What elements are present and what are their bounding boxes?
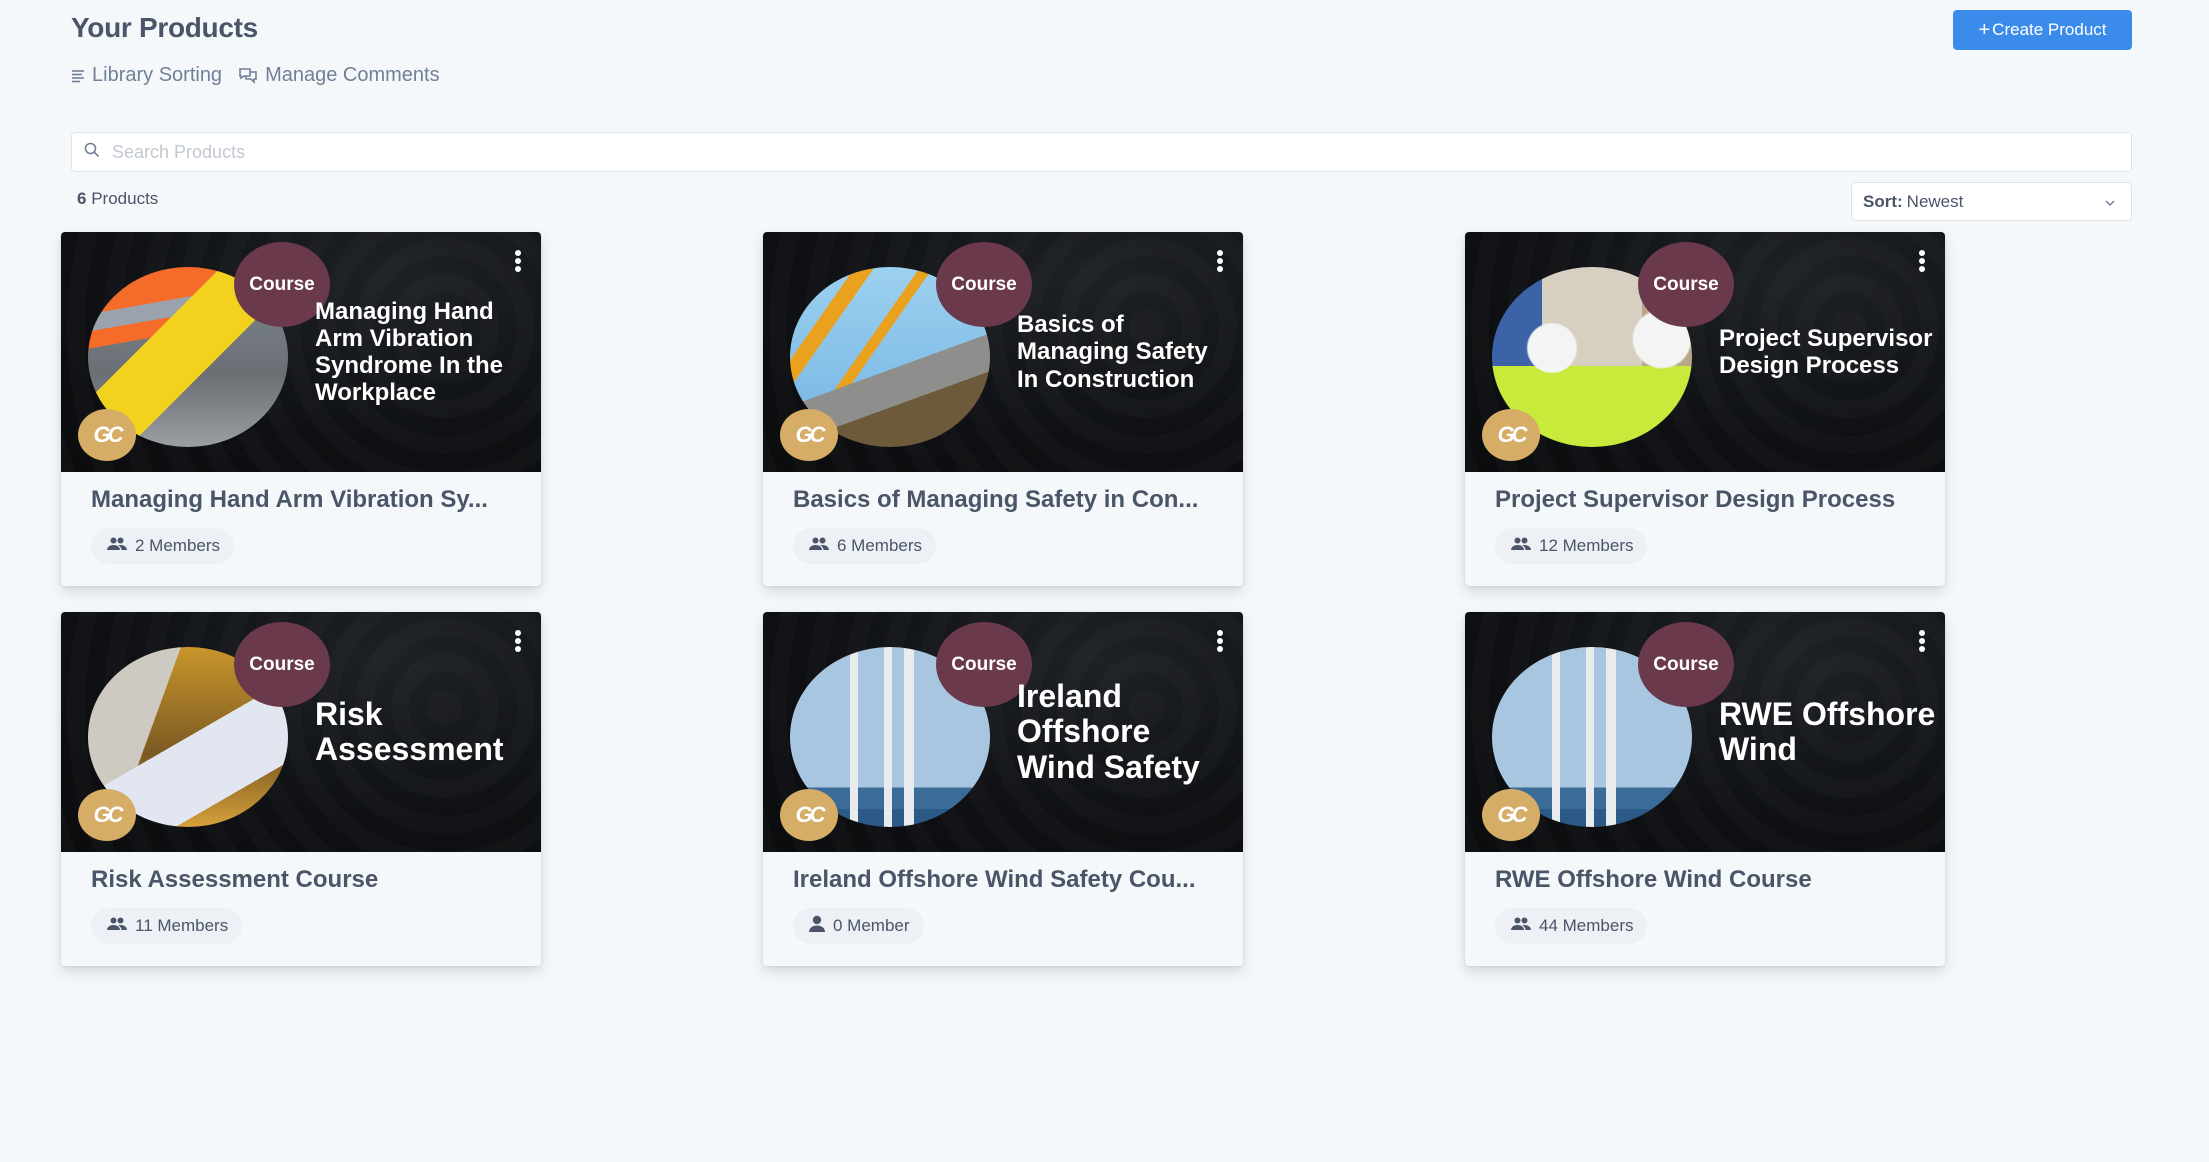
thumbnail-title: Project Supervisor Design Process [1719, 324, 1933, 379]
members-badge: 0 Member [793, 908, 924, 944]
product-title[interactable]: Project Supervisor Design Process [1495, 486, 1915, 514]
more-options-icon[interactable] [513, 630, 523, 654]
gc-logo-icon: GC [780, 409, 838, 461]
sort-label: Sort: [1863, 191, 1903, 211]
members-count: 12 Members [1539, 536, 1634, 555]
product-thumbnail: Course GC RWE Offshore Wind [1465, 612, 1945, 852]
product-thumbnail: Course GC Managing Hand Arm Vibration Sy… [61, 232, 541, 472]
product-card[interactable]: Course GC Managing Hand Arm Vibration Sy… [61, 232, 541, 586]
library-sorting-link[interactable]: Library Sorting [71, 64, 222, 87]
list-icon [71, 69, 85, 83]
product-thumbnail: Course GC Risk Assessment [61, 612, 541, 852]
users-icon [1511, 536, 1531, 556]
search-bar [71, 132, 2132, 172]
members-badge: 44 Members [1495, 908, 1648, 944]
user-icon [809, 915, 825, 938]
members-badge: 12 Members [1495, 528, 1648, 564]
gc-logo-icon: GC [780, 789, 838, 841]
product-thumbnail: Course GC Basics of Managing Safety In C… [763, 232, 1243, 472]
users-icon [107, 536, 127, 556]
product-card[interactable]: Course GC Project Supervisor Design Proc… [1465, 232, 1945, 586]
sort-value: Newest [1906, 191, 1964, 211]
chevron-down-icon [2103, 195, 2117, 215]
thumbnail-title: Ireland Offshore Wind Safety [1017, 678, 1200, 785]
users-icon [1511, 916, 1531, 936]
manage-comments-link[interactable]: Manage Comments [238, 64, 440, 87]
sort-select[interactable]: Sort: Newest [1851, 182, 2132, 221]
more-options-icon[interactable] [1215, 250, 1225, 274]
product-card[interactable]: Course GC RWE Offshore Wind RWE Offshore… [1465, 612, 1945, 966]
users-icon [809, 536, 829, 556]
product-title[interactable]: Managing Hand Arm Vibration Sy... [91, 486, 511, 514]
library-sorting-label: Library Sorting [92, 64, 223, 86]
create-product-button[interactable]: + Create Product [1953, 10, 2132, 50]
members-count: 11 Members [135, 916, 229, 935]
product-thumbnail: Course GC Ireland Offshore Wind Safety [763, 612, 1243, 852]
thumbnail-title: Managing Hand Arm Vibration Syndrome In … [315, 297, 504, 407]
search-icon [84, 142, 100, 163]
gc-logo-icon: GC [1482, 409, 1540, 461]
product-title[interactable]: Ireland Offshore Wind Safety Cou... [793, 866, 1213, 894]
thumbnail-title: RWE Offshore Wind [1719, 695, 1936, 767]
members-count: 6 Members [837, 536, 923, 555]
more-options-icon[interactable] [1917, 250, 1927, 274]
product-title[interactable]: Basics of Managing Safety in Con... [793, 486, 1213, 514]
more-options-icon[interactable] [513, 250, 523, 274]
product-card[interactable]: Course GC Basics of Managing Safety In C… [763, 232, 1243, 586]
product-card[interactable]: Course GC Ireland Offshore Wind Safety I… [763, 612, 1243, 966]
product-thumbnail: Course GC Project Supervisor Design Proc… [1465, 232, 1945, 472]
page-title: Your Products [71, 12, 258, 43]
members-badge: 2 Members [91, 528, 235, 564]
product-count: 6 Products [77, 189, 158, 209]
members-count: 44 Members [1539, 916, 1634, 935]
gc-logo-icon: GC [78, 409, 136, 461]
create-product-label: Create Product [1992, 20, 2107, 39]
thumbnail-title: Risk Assessment [315, 695, 504, 767]
members-count: 2 Members [135, 536, 221, 555]
members-badge: 6 Members [793, 528, 937, 564]
product-title[interactable]: RWE Offshore Wind Course [1495, 866, 1915, 894]
product-title[interactable]: Risk Assessment Course [91, 866, 511, 894]
search-input[interactable] [112, 141, 2012, 163]
toolbar-links: Library Sorting Manage Comments [71, 64, 440, 87]
gc-logo-icon: GC [78, 789, 136, 841]
users-icon [107, 916, 127, 936]
thumbnail-title: Basics of Managing Safety In Constructio… [1017, 311, 1208, 393]
members-badge: 11 Members [91, 908, 243, 944]
plus-icon: + [1978, 19, 1991, 41]
members-count: 0 Member [833, 916, 910, 935]
product-count-number: 6 [77, 189, 87, 208]
product-count-label: Products [91, 189, 159, 208]
more-options-icon[interactable] [1215, 630, 1225, 654]
gc-logo-icon: GC [1482, 789, 1540, 841]
manage-comments-label: Manage Comments [265, 64, 440, 86]
more-options-icon[interactable] [1917, 630, 1927, 654]
product-card[interactable]: Course GC Risk Assessment Risk Assessmen… [61, 612, 541, 966]
comments-icon [238, 66, 258, 86]
